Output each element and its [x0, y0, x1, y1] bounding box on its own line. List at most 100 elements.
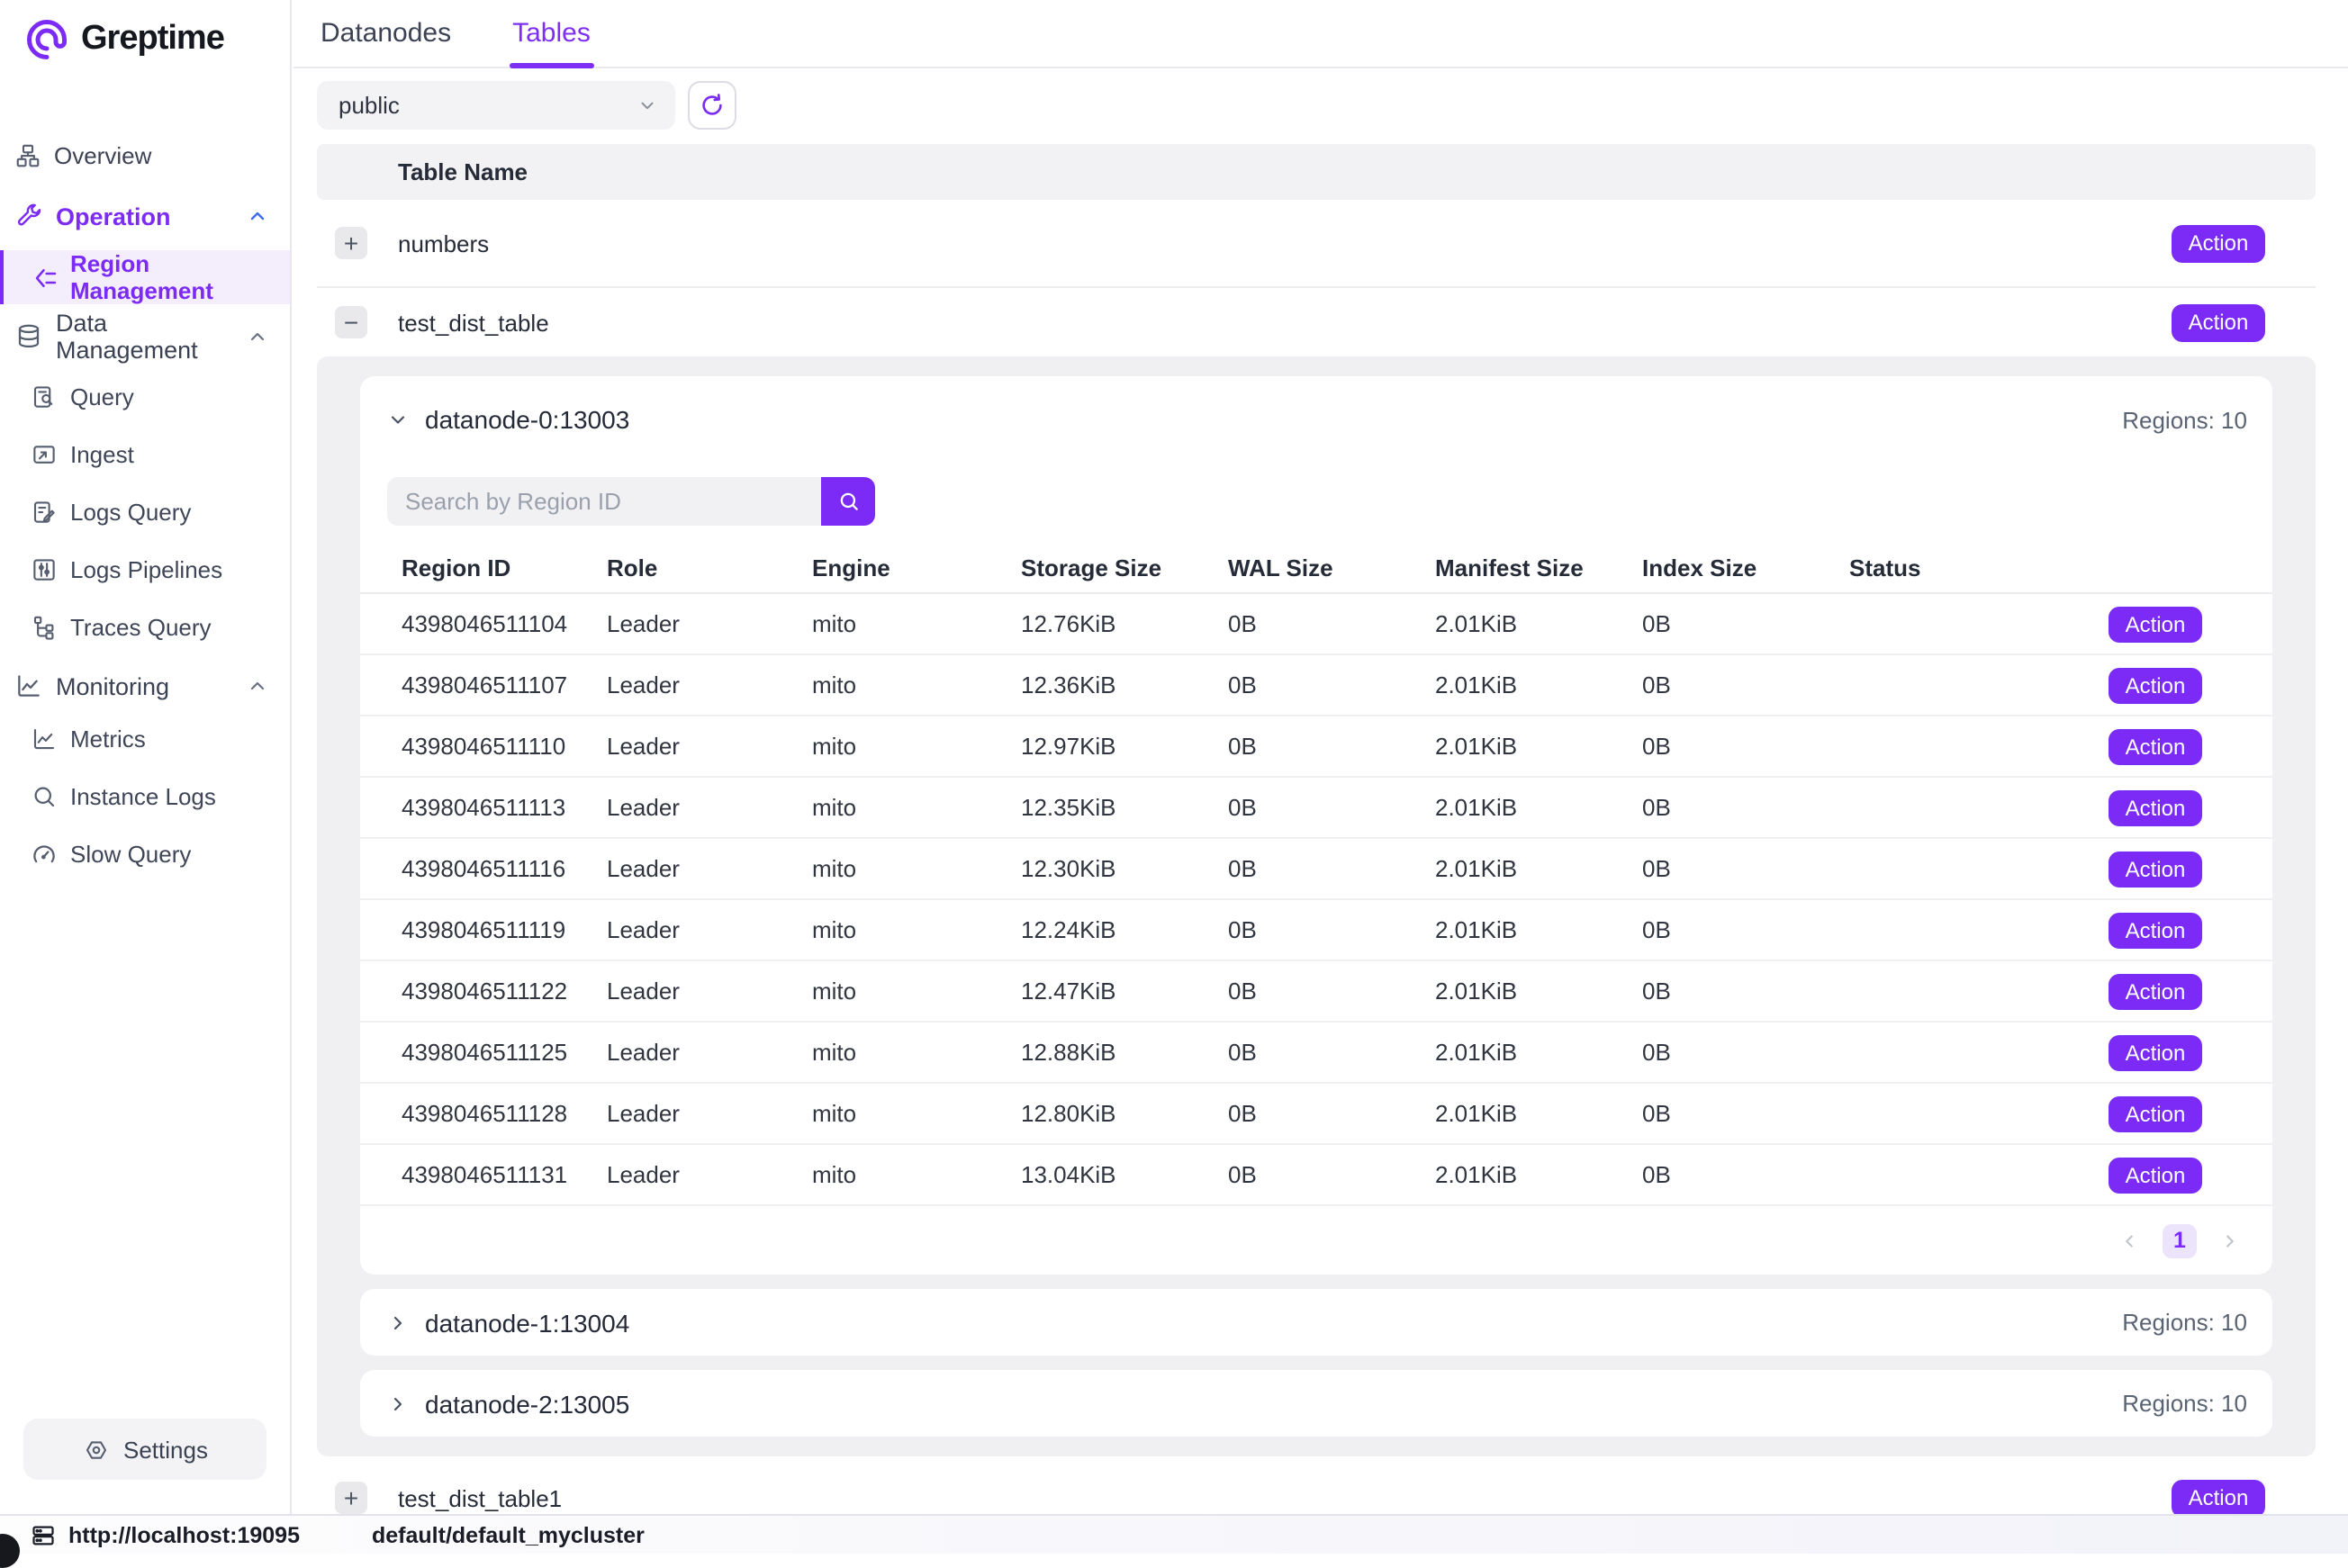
region-action-button[interactable]: Action [2109, 1157, 2202, 1193]
magnifier-icon [31, 782, 58, 809]
sidebar-item-overview[interactable]: Overview [0, 131, 290, 178]
sidebar: Greptime Overview Operation [0, 0, 292, 1514]
datanode-card-0: datanode-0:13003 Regions: 10 [360, 376, 2272, 1275]
sidebar-item-label: Instance Logs [70, 782, 216, 809]
sidebar-item-query[interactable]: Query [0, 367, 290, 425]
chevron-right-icon [387, 1311, 409, 1333]
tab-tables[interactable]: Tables [512, 0, 591, 68]
sidebar-section-data-management[interactable]: Data Management [0, 313, 290, 360]
sidebar-item-region-management[interactable]: Region Management [0, 250, 290, 304]
tab-label: Datanodes [321, 18, 451, 49]
sidebar-item-label: Logs Pipelines [70, 555, 222, 582]
col-role: Role [607, 554, 812, 581]
expand-plus-button[interactable]: + [335, 1482, 367, 1514]
server-url[interactable]: http://localhost:19095 [68, 1522, 300, 1547]
region-action-button[interactable]: Action [2109, 667, 2202, 703]
chevron-up-icon [247, 205, 268, 227]
sidebar-section-label: Monitoring [56, 672, 169, 699]
sidebar-item-label: Logs Query [70, 498, 191, 525]
col-wal-size: WAL Size [1228, 554, 1435, 581]
datanode-card-2[interactable]: datanode-2:13005 Regions: 10 [360, 1370, 2272, 1437]
sidebar-item-instance-logs[interactable]: Instance Logs [0, 767, 290, 825]
sidebar-item-ingest[interactable]: Ingest [0, 425, 290, 482]
region-action-button[interactable]: Action [2109, 606, 2202, 642]
search-icon [836, 490, 860, 513]
ingest-arrow-icon [31, 440, 58, 467]
region-row: 4398046511131Leadermito13.04KiB0B2.01KiB… [360, 1145, 2272, 1206]
region-row: 4398046511113Leadermito12.35KiB0B2.01KiB… [360, 778, 2272, 839]
col-status: Status [1849, 554, 2011, 581]
table-name: test_dist_table1 [398, 1484, 562, 1511]
region-row: 4398046511128Leadermito12.80KiB0B2.01KiB… [360, 1084, 2272, 1145]
sidebar-section-label: Operation [56, 203, 171, 230]
schema-select-value: public [339, 92, 400, 119]
sidebar-item-logs-query[interactable]: Logs Query [0, 482, 290, 540]
datanode-title: datanode-1:13004 [425, 1308, 629, 1337]
chevron-down-icon [637, 95, 657, 115]
sidebar-section-operation[interactable]: Operation [0, 193, 290, 239]
gear-icon [82, 1436, 109, 1463]
chevron-up-icon [247, 675, 268, 697]
col-engine: Engine [812, 554, 1021, 581]
sidebar-item-label: Region Management [70, 250, 290, 304]
brand-logo: Greptime [0, 0, 290, 63]
server-icon [31, 1522, 56, 1547]
region-action-button[interactable]: Action [2109, 851, 2202, 887]
expand-plus-button[interactable]: + [335, 227, 367, 259]
tab-bar: Datanodes Tables [294, 0, 2348, 68]
region-management-icon [32, 264, 59, 291]
sidebar-item-label: Ingest [70, 440, 134, 467]
sidebar-item-label: Overview [54, 141, 151, 168]
tab-datanodes[interactable]: Datanodes [321, 0, 451, 68]
sidebar-item-label: Query [70, 383, 134, 410]
table-action-button[interactable]: Action [2172, 303, 2265, 341]
chart-icon [14, 671, 43, 700]
table-action-button[interactable]: Action [2172, 1479, 2265, 1517]
region-action-button[interactable]: Action [2109, 912, 2202, 948]
collapse-minus-button[interactable]: − [335, 306, 367, 338]
sidebar-item-label: Traces Query [70, 613, 212, 640]
database-icon [14, 322, 43, 351]
line-chart-icon [31, 725, 58, 752]
datanode-0-header[interactable]: datanode-0:13003 Regions: 10 [360, 376, 2272, 452]
table-action-button[interactable]: Action [2172, 224, 2265, 262]
region-search [387, 477, 2272, 526]
schema-select[interactable]: public [317, 81, 675, 130]
sidebar-item-slow-query[interactable]: Slow Query [0, 825, 290, 882]
status-bar: http://localhost:19095 default/default_m… [0, 1514, 2348, 1554]
chevron-down-icon [387, 409, 409, 430]
region-action-button[interactable]: Action [2109, 1095, 2202, 1131]
document-pen-icon [31, 498, 58, 525]
region-action-button[interactable]: Action [2109, 973, 2202, 1009]
sliders-icon [31, 555, 58, 582]
datanode-title: datanode-2:13005 [425, 1389, 629, 1418]
sidebar-item-traces-query[interactable]: Traces Query [0, 598, 290, 655]
sidebar-section-label: Data Management [56, 310, 234, 364]
datanode-card-1[interactable]: datanode-1:13004 Regions: 10 [360, 1289, 2272, 1356]
settings-button[interactable]: Settings [23, 1419, 266, 1480]
sidebar-item-logs-pipelines[interactable]: Logs Pipelines [0, 540, 290, 598]
brand-name: Greptime [81, 20, 224, 59]
settings-label: Settings [123, 1436, 208, 1463]
table-name: numbers [398, 230, 489, 257]
cluster-name[interactable]: default/default_mycluster [372, 1522, 645, 1547]
region-action-button[interactable]: Action [2109, 728, 2202, 764]
refresh-button[interactable] [688, 81, 736, 130]
chevron-up-icon [247, 326, 268, 347]
region-row: 4398046511122Leadermito12.47KiB0B2.01KiB… [360, 961, 2272, 1023]
region-search-input[interactable] [387, 477, 821, 526]
region-action-button[interactable]: Action [2109, 789, 2202, 825]
region-row: 4398046511125Leadermito12.88KiB0B2.01KiB… [360, 1023, 2272, 1084]
sidebar-item-metrics[interactable]: Metrics [0, 709, 290, 767]
region-search-button[interactable] [821, 477, 875, 526]
pagination-prev-icon[interactable] [2119, 1230, 2139, 1250]
table-name-header-label: Table Name [398, 158, 528, 185]
sidebar-section-monitoring[interactable]: Monitoring [0, 662, 290, 709]
pagination-page-1[interactable]: 1 [2163, 1223, 2197, 1257]
refresh-icon [699, 92, 726, 119]
regions-count: Regions: 10 [2122, 1309, 2247, 1336]
col-index-size: Index Size [1642, 554, 1849, 581]
app-root: Greptime Overview Operation [0, 0, 2348, 1554]
region-action-button[interactable]: Action [2109, 1034, 2202, 1070]
pagination-next-icon[interactable] [2220, 1230, 2240, 1250]
